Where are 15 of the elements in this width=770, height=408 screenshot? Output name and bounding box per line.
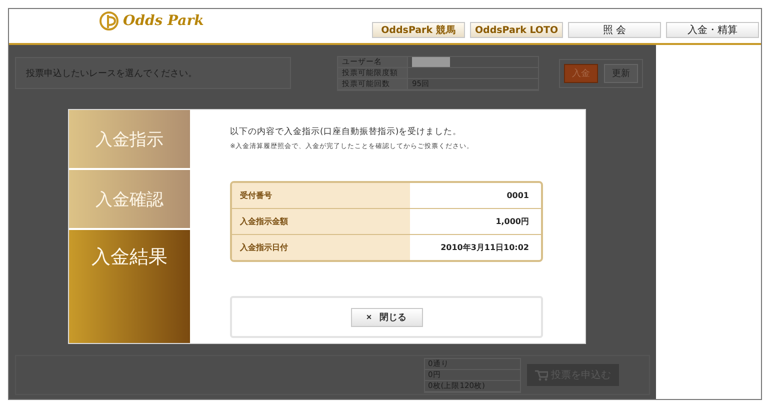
detail-label: 受付番号 [232, 183, 410, 208]
close-button[interactable]: × 閉じる [350, 308, 422, 326]
redacted-value [412, 56, 450, 66]
message-text: 以下の内容で入金指示(口座自動振替指示)を受けました。 [230, 126, 463, 138]
detail-value: 1,000円 [494, 216, 530, 228]
nav-tab[interactable]: 入金・精算 [666, 22, 759, 38]
logo-text[interactable]: Odds Park [123, 13, 204, 29]
nav-tab[interactable]: OddsPark LOTO [470, 22, 563, 38]
nav-tab[interactable]: OddsPark 競馬 [372, 22, 465, 38]
nav-tab[interactable]: 照 会 [568, 22, 661, 38]
cart-icon [535, 370, 548, 380]
detail-label: 入金指示日付 [232, 235, 410, 260]
detail-value: 0001 [506, 190, 530, 202]
detail-label: 入金指示金額 [232, 209, 410, 234]
detail-value: 2010年3月11日10:02 [440, 242, 530, 254]
